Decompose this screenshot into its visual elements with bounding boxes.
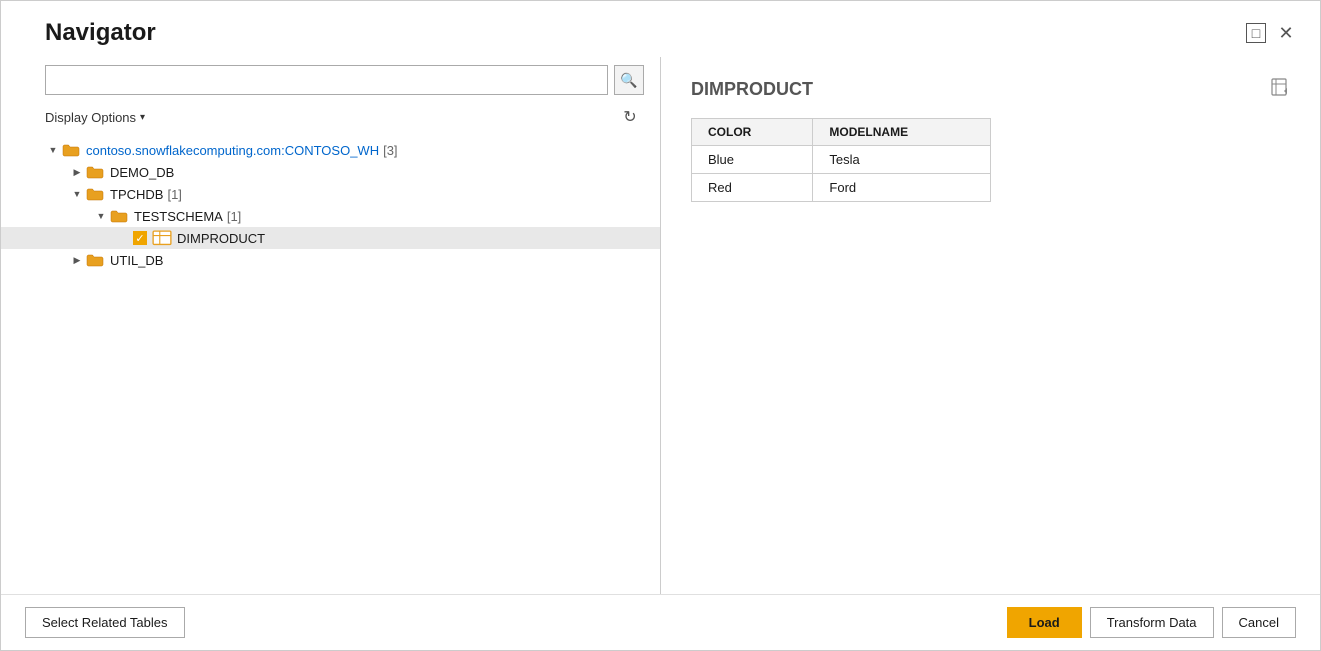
- preview-refresh-button[interactable]: [1270, 77, 1290, 102]
- search-button[interactable]: 🔍: [614, 65, 644, 95]
- transform-data-button[interactable]: Transform Data: [1090, 607, 1214, 638]
- dimproduct-label: DIMPRODUCT: [177, 231, 265, 246]
- right-panel: DIMPRODUCT COLOR: [661, 57, 1320, 594]
- expand-arrow-demo-db: ▶: [69, 167, 85, 178]
- title-bar: Navigator □ ✕: [1, 1, 1320, 57]
- search-input[interactable]: [45, 65, 608, 95]
- folder-icon-root: [61, 142, 81, 158]
- close-button[interactable]: ✕: [1276, 23, 1296, 43]
- dialog-title: Navigator: [45, 19, 156, 47]
- refresh-icon: ↻: [623, 107, 636, 127]
- load-button[interactable]: Load: [1007, 607, 1082, 638]
- table-row: Blue Tesla: [692, 146, 991, 174]
- cancel-button[interactable]: Cancel: [1222, 607, 1296, 638]
- tree-area: ▼ contoso.snowflakecomputing.com:CONTOSO…: [1, 135, 660, 594]
- root-label: contoso.snowflakecomputing.com:CONTOSO_W…: [86, 143, 379, 158]
- display-options-button[interactable]: Display Options ▾: [45, 110, 145, 125]
- expand-arrow-util-db: ▶: [69, 255, 85, 266]
- row2-color: Red: [692, 174, 813, 202]
- maximize-button[interactable]: □: [1246, 23, 1266, 43]
- demo-db-label: DEMO_DB: [110, 165, 174, 180]
- util-db-label: UTIL_DB: [110, 253, 163, 268]
- chevron-down-icon: ▾: [140, 112, 145, 123]
- main-content: 🔍 Display Options ▾ ↻ ▼: [1, 57, 1320, 594]
- table-row: Red Ford: [692, 174, 991, 202]
- left-panel: 🔍 Display Options ▾ ↻ ▼: [1, 57, 661, 594]
- col-header-modelname: MODELNAME: [813, 119, 991, 146]
- display-options-label: Display Options: [45, 110, 136, 125]
- no-arrow-dimproduct: [117, 233, 133, 243]
- tpchdb-label: TPCHDB: [110, 187, 163, 202]
- preview-table: COLOR MODELNAME Blue Tesla Red Ford: [691, 118, 991, 202]
- table-icon-dimproduct: [152, 230, 172, 246]
- search-bar-area: 🔍: [1, 57, 660, 99]
- toolbar-row: Display Options ▾ ↻: [1, 99, 660, 135]
- tree-item-util-db[interactable]: ▶ UTIL_DB: [1, 249, 660, 271]
- dimproduct-checkbox[interactable]: ✓: [133, 231, 147, 245]
- testschema-label: TESTSCHEMA: [134, 209, 223, 224]
- col-header-color: COLOR: [692, 119, 813, 146]
- row1-color: Blue: [692, 146, 813, 174]
- refresh-button[interactable]: ↻: [616, 103, 644, 131]
- tree-item-dimproduct[interactable]: ✓ DIMPRODUCT: [1, 227, 660, 249]
- bottom-bar: Select Related Tables Load Transform Dat…: [1, 594, 1320, 650]
- collapse-arrow-testschema: ▼: [93, 211, 109, 221]
- tree-item-root[interactable]: ▼ contoso.snowflakecomputing.com:CONTOSO…: [1, 139, 660, 161]
- tree-item-tpchdb[interactable]: ▼ TPCHDB [1]: [1, 183, 660, 205]
- preview-title-text: DIMPRODUCT: [691, 79, 813, 100]
- window-controls: □ ✕: [1246, 23, 1296, 43]
- testschema-count: [1]: [227, 209, 241, 224]
- action-buttons: Load Transform Data Cancel: [1007, 607, 1296, 638]
- folder-icon-tpchdb: [85, 186, 105, 202]
- preview-header: DIMPRODUCT: [691, 77, 1290, 102]
- row2-modelname: Ford: [813, 174, 991, 202]
- search-icon: 🔍: [620, 72, 637, 89]
- folder-icon-testschema: [109, 208, 129, 224]
- collapse-arrow-root: ▼: [45, 145, 61, 155]
- folder-icon-util-db: [85, 252, 105, 268]
- tree-item-demo-db[interactable]: ▶ DEMO_DB: [1, 161, 660, 183]
- folder-icon-demo-db: [85, 164, 105, 180]
- row1-modelname: Tesla: [813, 146, 991, 174]
- preview-refresh-icon: [1270, 84, 1290, 101]
- select-related-tables-button[interactable]: Select Related Tables: [25, 607, 185, 638]
- collapse-arrow-tpchdb: ▼: [69, 189, 85, 199]
- navigator-dialog: Navigator □ ✕ 🔍 Display Options ▾: [0, 0, 1321, 651]
- tpchdb-count: [1]: [167, 187, 181, 202]
- root-count: [3]: [383, 143, 397, 158]
- tree-item-testschema[interactable]: ▼ TESTSCHEMA [1]: [1, 205, 660, 227]
